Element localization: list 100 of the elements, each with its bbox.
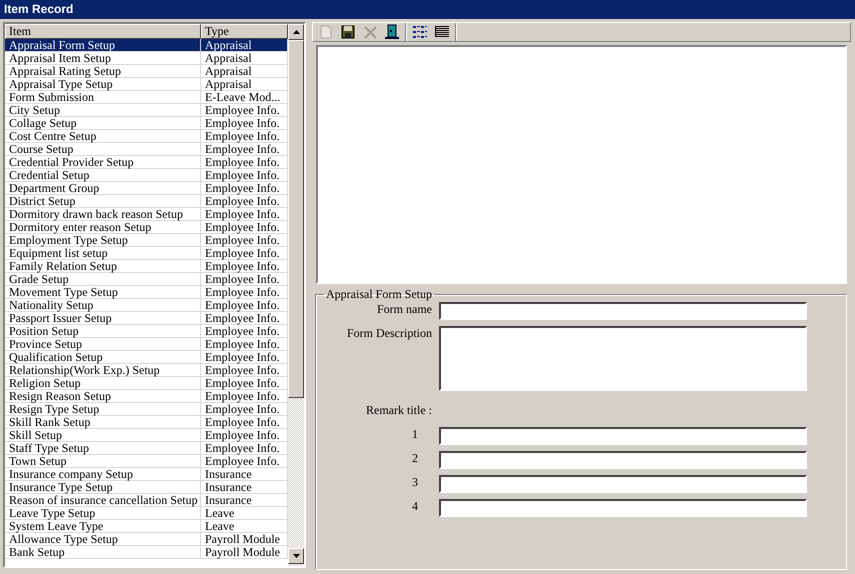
list-item[interactable]: Department Group <box>5 182 201 195</box>
list-item[interactable]: Credential Provider Setup <box>5 156 201 169</box>
table-cell: Employee Info. <box>201 156 288 169</box>
scrollbar-thumb[interactable] <box>288 40 304 398</box>
list-item[interactable]: Appraisal Rating Setup <box>5 65 201 78</box>
table-cell: Employee Info. <box>201 130 288 143</box>
list-item[interactable]: Appraisal Form Setup <box>5 39 201 52</box>
group-title: Appraisal Form Setup <box>325 287 433 302</box>
list-item[interactable]: Relationship(Work Exp.) Setup <box>5 364 201 377</box>
up-arrow-icon <box>292 30 300 34</box>
list-item[interactable]: Movement Type Setup <box>5 286 201 299</box>
list-item[interactable]: System Leave Type <box>5 520 201 533</box>
field-label: Form Description <box>346 326 432 342</box>
table-cell: Employee Info. <box>201 208 288 221</box>
table-cell: Employee Info. <box>201 247 288 260</box>
list-item[interactable]: Course Setup <box>5 143 201 156</box>
table-cell: Employee Info. <box>201 338 288 351</box>
list-item[interactable]: Position Setup <box>5 325 201 338</box>
list-item[interactable]: Appraisal Item Setup <box>5 52 201 65</box>
remark-number: 2 <box>411 451 419 467</box>
input-field[interactable] <box>439 302 807 320</box>
list-item[interactable]: Bank Setup <box>5 546 201 559</box>
list-item[interactable]: Religion Setup <box>5 377 201 390</box>
table-cell: Employee Info. <box>201 312 288 325</box>
input-field[interactable] <box>439 451 807 469</box>
list-item[interactable]: Insurance Type Setup <box>5 481 201 494</box>
table-cell: Employee Info. <box>201 377 288 390</box>
list-item[interactable]: City Setup <box>5 104 201 117</box>
close-icon <box>364 26 376 38</box>
remark-number: 1 <box>411 427 419 443</box>
table-cell: Payroll Module <box>201 546 288 559</box>
remark-number: 4 <box>411 499 419 515</box>
list-item[interactable]: Dormitory drawn back reason Setup <box>5 208 201 221</box>
list-view-icon <box>412 25 428 39</box>
table-cell: Appraisal <box>201 65 288 78</box>
description-field[interactable] <box>439 326 807 391</box>
list-item[interactable]: Resign Type Setup <box>5 403 201 416</box>
list-item[interactable]: District Setup <box>5 195 201 208</box>
list-item[interactable]: Leave Type Setup <box>5 507 201 520</box>
table-cell: Employee Info. <box>201 286 288 299</box>
list-item[interactable]: Skill Rank Setup <box>5 416 201 429</box>
table-cell: Employee Info. <box>201 455 288 468</box>
table-cell: Leave <box>201 520 288 533</box>
table-cell: Leave <box>201 507 288 520</box>
table-cell: Insurance <box>201 468 288 481</box>
remark-number: 3 <box>411 475 419 491</box>
list-item[interactable]: Reason of insurance cancellation Setup <box>5 494 201 507</box>
exit-button[interactable] <box>383 23 401 41</box>
list-item[interactable]: Insurance company Setup <box>5 468 201 481</box>
column-header[interactable]: Type <box>201 24 288 39</box>
list-item[interactable]: Credential Setup <box>5 169 201 182</box>
table-cell: Employee Info. <box>201 442 288 455</box>
list-item[interactable]: Qualification Setup <box>5 351 201 364</box>
list-item[interactable]: Form Submission <box>5 91 201 104</box>
scroll-down-button[interactable] <box>288 548 304 564</box>
list-item[interactable]: Grade Setup <box>5 273 201 286</box>
field-label: Form name <box>376 302 432 318</box>
table-cell: Employee Info. <box>201 390 288 403</box>
save-button[interactable] <box>339 23 357 41</box>
list-item[interactable]: Province Setup <box>5 338 201 351</box>
table-cell: Employee Info. <box>201 143 288 156</box>
list-item[interactable]: Employment Type Setup <box>5 234 201 247</box>
table-cell: Appraisal <box>201 78 288 91</box>
remark-title: Remark title : <box>365 403 432 417</box>
table-cell: Employee Info. <box>201 104 288 117</box>
down-arrow-icon <box>292 554 300 558</box>
input-field[interactable] <box>439 475 807 493</box>
table-cell: E-Leave Mod... <box>201 91 288 104</box>
list-item[interactable]: Resign Reason Setup <box>5 390 201 403</box>
list-item[interactable]: Passport Issuer Setup <box>5 312 201 325</box>
list-item[interactable]: Nationality Setup <box>5 299 201 312</box>
input-field[interactable] <box>439 427 807 445</box>
list-item[interactable]: Family Relation Setup <box>5 260 201 273</box>
list-item[interactable]: Staff Type Setup <box>5 442 201 455</box>
input-field[interactable] <box>439 499 807 517</box>
table-cell: Employee Info. <box>201 364 288 377</box>
list-item[interactable]: Cost Centre Setup <box>5 130 201 143</box>
table-cell: Employee Info. <box>201 273 288 286</box>
list-item[interactable]: Allowance Type Setup <box>5 533 201 546</box>
door-icon <box>384 24 400 40</box>
document-icon <box>320 25 332 39</box>
table-cell: Employee Info. <box>201 182 288 195</box>
table-cell: Payroll Module <box>201 533 288 546</box>
list-item[interactable]: Appraisal Type Setup <box>5 78 201 91</box>
scroll-up-button[interactable] <box>288 24 304 40</box>
list-item[interactable]: Town Setup <box>5 455 201 468</box>
column-header[interactable]: Item <box>5 24 201 39</box>
list-view-button[interactable] <box>411 23 429 41</box>
table-cell: Employee Info. <box>201 429 288 442</box>
list-item[interactable]: Skill Setup <box>5 429 201 442</box>
list-item[interactable]: Equipment list setup <box>5 247 201 260</box>
list-item[interactable]: Collage Setup <box>5 117 201 130</box>
table-cell: Employee Info. <box>201 403 288 416</box>
table-cell: Employee Info. <box>201 117 288 130</box>
table-cell: Employee Info. <box>201 351 288 364</box>
table-cell: Employee Info. <box>201 169 288 182</box>
list-item[interactable]: Dormitory enter reason Setup <box>5 221 201 234</box>
table-cell: Employee Info. <box>201 260 288 273</box>
table-cell: Employee Info. <box>201 416 288 429</box>
table-cell: Employee Info. <box>201 325 288 338</box>
